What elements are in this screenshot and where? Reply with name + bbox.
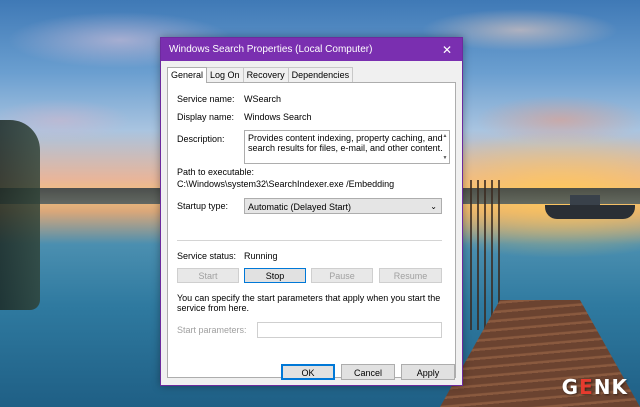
ok-button[interactable]: OK	[281, 364, 335, 380]
path-value: C:\Windows\system32\SearchIndexer.exe /E…	[177, 179, 395, 189]
startup-type-value: Automatic (Delayed Start)	[248, 202, 352, 212]
path-label: Path to executable:	[177, 167, 255, 177]
resume-button[interactable]: Resume	[379, 268, 442, 283]
start-parameters-info: You can specify the start parameters tha…	[177, 293, 441, 313]
service-properties-dialog: Windows Search Properties (Local Compute…	[160, 37, 463, 386]
pause-button[interactable]: Pause	[311, 268, 373, 283]
scroll-up-icon[interactable]: ▲	[443, 131, 448, 141]
description-textbox[interactable]: Provides content indexing, property cach…	[244, 130, 450, 164]
service-status-value: Running	[244, 251, 278, 261]
startup-type-select[interactable]: Automatic (Delayed Start) ⌄	[244, 198, 442, 214]
startup-type-label: Startup type:	[177, 201, 229, 211]
service-status-label: Service status:	[177, 251, 237, 261]
tab-dependencies[interactable]: Dependencies	[287, 67, 354, 82]
service-name-value: WSearch	[244, 94, 282, 104]
tab-general[interactable]: General	[167, 67, 208, 83]
chevron-down-icon: ⌄	[430, 202, 437, 211]
close-icon[interactable]: ✕	[432, 38, 462, 61]
start-parameters-label: Start parameters:	[177, 325, 247, 335]
general-tab-panel: Service name: WSearch Display name: Wind…	[167, 82, 456, 378]
description-text: Provides content indexing, property cach…	[248, 133, 443, 153]
start-button[interactable]: Start	[177, 268, 239, 283]
scroll-down-icon[interactable]: ▼	[443, 153, 448, 163]
tab-recovery[interactable]: Recovery	[242, 67, 289, 82]
tab-strip: General Log On Recovery Dependencies	[167, 67, 354, 83]
dialog-titlebar[interactable]: Windows Search Properties (Local Compute…	[161, 38, 462, 61]
pier-posts	[470, 180, 500, 330]
dialog-title: Windows Search Properties (Local Compute…	[169, 44, 373, 55]
section-divider	[177, 240, 442, 241]
cancel-button[interactable]: Cancel	[341, 364, 395, 380]
genk-watermark-logo: GENK	[561, 375, 628, 399]
tree-silhouette	[0, 120, 40, 310]
apply-button[interactable]: Apply	[401, 364, 455, 380]
display-name-value: Windows Search	[244, 112, 312, 122]
service-name-label: Service name:	[177, 94, 235, 104]
boat	[545, 195, 635, 219]
tab-log-on[interactable]: Log On	[206, 67, 244, 82]
stop-button[interactable]: Stop	[244, 268, 306, 283]
start-parameters-input[interactable]	[257, 322, 442, 338]
display-name-label: Display name:	[177, 112, 235, 122]
description-scrollbar[interactable]: ▲ ▼	[441, 131, 449, 163]
description-label: Description:	[177, 134, 225, 144]
